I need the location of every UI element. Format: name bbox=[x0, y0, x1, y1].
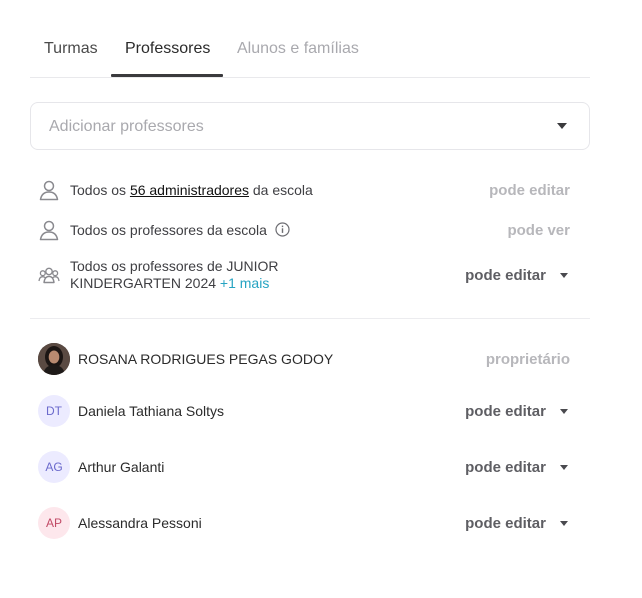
avatar: AG bbox=[38, 451, 70, 483]
tab-alunos-familias[interactable]: Alunos e famílias bbox=[237, 40, 359, 58]
group-row-admins: Todos os 56 administradores da escola po… bbox=[30, 178, 590, 202]
class-text-line2: KINDERGARTEN 2024 +1 mais bbox=[70, 275, 270, 291]
admins-link[interactable]: 56 administradores bbox=[130, 182, 249, 198]
admins-text: Todos os 56 administradores da escola bbox=[70, 182, 313, 198]
chevron-down-icon[interactable] bbox=[560, 521, 568, 526]
permission-dropdown[interactable]: pode editar bbox=[465, 459, 546, 477]
more-classes-link[interactable]: +1 mais bbox=[220, 275, 269, 291]
add-teachers-placeholder: Adicionar professores bbox=[49, 118, 204, 135]
avatar bbox=[38, 343, 70, 375]
permission-label: pode ver bbox=[507, 222, 570, 239]
avatar: AP bbox=[38, 507, 70, 539]
permission-dropdown[interactable]: pode editar bbox=[465, 267, 546, 285]
person-name: Arthur Galanti bbox=[78, 459, 165, 475]
permission-dropdown[interactable]: pode editar bbox=[465, 515, 546, 533]
person-row: DT Daniela Tathiana Soltys pode editar bbox=[30, 395, 590, 429]
person-name: Alessandra Pessoni bbox=[78, 515, 202, 531]
active-tab-indicator bbox=[111, 74, 223, 77]
tab-turmas[interactable]: Turmas bbox=[44, 40, 98, 58]
divider bbox=[30, 318, 590, 319]
person-row: AP Alessandra Pessoni pode editar bbox=[30, 507, 590, 541]
person-icon bbox=[38, 219, 60, 246]
group-row-teachers: Todos os professores da escola pode ver bbox=[30, 218, 590, 242]
permission-label: proprietário bbox=[485, 351, 570, 368]
teachers-text: Todos os professores da escola bbox=[70, 222, 290, 241]
add-teachers-select[interactable]: Adicionar professores bbox=[30, 102, 590, 150]
chevron-down-icon[interactable] bbox=[560, 409, 568, 414]
person-name: Daniela Tathiana Soltys bbox=[78, 403, 225, 419]
group-row-class: Todos os professores de JUNIOR KINDERGAR… bbox=[30, 256, 590, 296]
chevron-down-icon bbox=[557, 123, 567, 129]
group-icon bbox=[38, 264, 60, 291]
avatar: DT bbox=[38, 395, 70, 427]
person-name: ROSANA RODRIGUES PEGAS GODOY bbox=[78, 351, 334, 367]
person-row-owner: ROSANA RODRIGUES PEGAS GODOY proprietári… bbox=[30, 343, 590, 377]
permission-dropdown[interactable]: pode editar bbox=[465, 403, 546, 421]
chevron-down-icon[interactable] bbox=[560, 465, 568, 470]
class-text-line1: Todos os professores de JUNIOR bbox=[70, 258, 279, 274]
chevron-down-icon[interactable] bbox=[560, 273, 568, 278]
tab-professores[interactable]: Professores bbox=[125, 40, 210, 58]
person-row: AG Arthur Galanti pode editar bbox=[30, 451, 590, 485]
person-icon bbox=[38, 179, 60, 206]
info-icon[interactable] bbox=[275, 222, 290, 241]
tab-bar: Turmas Professores Alunos e famílias bbox=[30, 24, 590, 78]
permission-label: pode editar bbox=[489, 182, 570, 199]
